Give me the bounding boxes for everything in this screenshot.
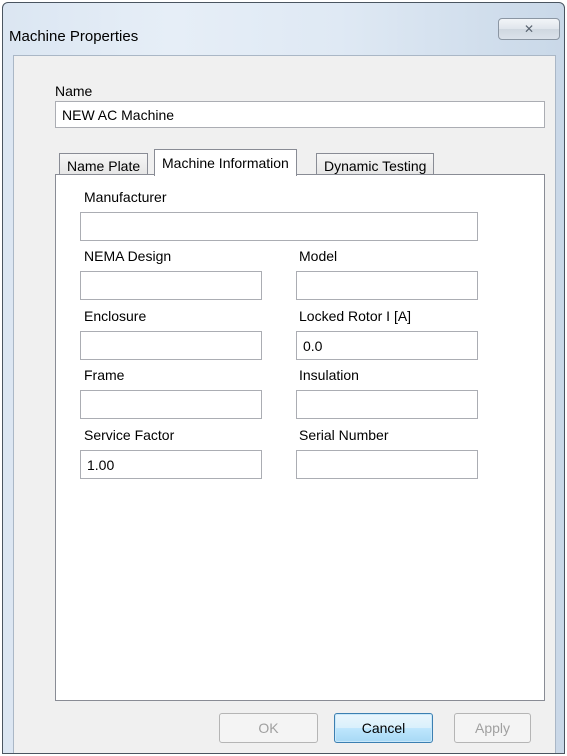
close-icon: ✕ [523, 22, 535, 36]
manufacturer-input[interactable] [80, 212, 478, 241]
model-input[interactable] [296, 271, 478, 300]
tab-dynamic-testing-label: Dynamic Testing [324, 158, 427, 174]
apply-button[interactable]: Apply [454, 713, 531, 743]
locked-rotor-input[interactable] [296, 331, 478, 360]
frame-label: Frame [84, 367, 125, 383]
nema-design-input[interactable] [80, 271, 262, 300]
serial-number-input[interactable] [296, 450, 478, 479]
tab-name-plate-label: Name Plate [67, 158, 141, 174]
tab-machine-information-label: Machine Information [162, 155, 289, 171]
window-title: Machine Properties [9, 28, 139, 45]
locked-rotor-label: Locked Rotor I [A] [299, 308, 412, 324]
frame-input[interactable] [80, 390, 262, 419]
cancel-button[interactable]: Cancel [334, 713, 433, 743]
machine-information-panel: Manufacturer NEMA Design Model Enclosure… [55, 174, 545, 701]
service-factor-input[interactable] [80, 450, 262, 479]
dialog-body: Name Name Plate Machine Information Dyna… [13, 55, 556, 753]
name-label: Name [55, 83, 93, 99]
close-button[interactable]: ✕ [498, 18, 560, 40]
nema-design-label: NEMA Design [84, 248, 172, 264]
enclosure-label: Enclosure [84, 308, 147, 324]
manufacturer-label: Manufacturer [84, 189, 167, 205]
service-factor-label: Service Factor [84, 427, 175, 443]
ok-button[interactable]: OK [219, 713, 318, 743]
model-label: Model [299, 248, 338, 264]
title-bar[interactable]: Machine Properties ✕ [3, 3, 564, 55]
name-input[interactable] [55, 101, 545, 128]
tab-machine-information[interactable]: Machine Information [154, 149, 297, 176]
enclosure-input[interactable] [80, 331, 262, 360]
machine-properties-dialog: Machine Properties ✕ Name Name Plate Mac… [2, 2, 565, 754]
serial-number-label: Serial Number [299, 427, 389, 443]
insulation-input[interactable] [296, 390, 478, 419]
insulation-label: Insulation [299, 367, 359, 383]
